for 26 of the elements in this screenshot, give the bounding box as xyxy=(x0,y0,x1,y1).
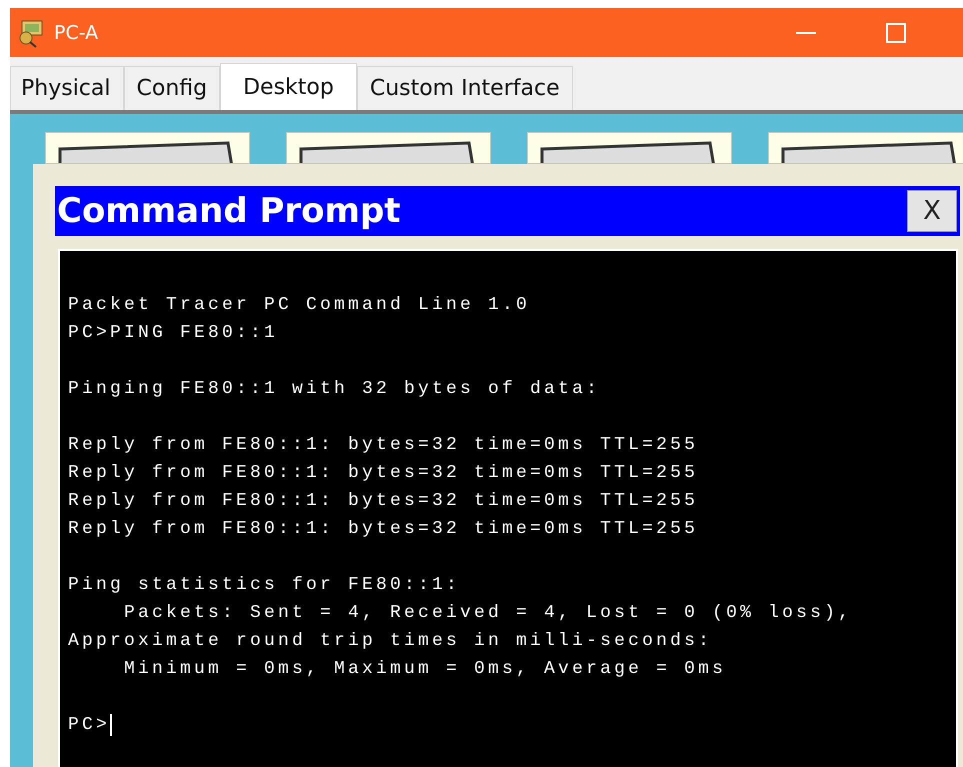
tab[interactable]: Custom Interface xyxy=(356,66,573,110)
terminal-line: Packet Tracer PC Command Line 1.0 xyxy=(68,294,530,317)
terminal-line: Minimum = 0ms, Maximum = 0ms, Average = 0ms xyxy=(123,658,726,681)
tab[interactable]: Physical xyxy=(10,66,124,110)
desktop-app-tile[interactable] xyxy=(527,132,732,164)
maximize-icon[interactable] xyxy=(884,20,908,44)
terminal-line: Ping statistics for FE80::1: xyxy=(68,574,460,597)
dialog-title: Command Prompt xyxy=(56,191,401,231)
desktop-app-tile[interactable] xyxy=(768,132,963,164)
desktop-app-tile[interactable] xyxy=(286,132,491,164)
text-cursor xyxy=(110,714,112,736)
tab[interactable]: Config xyxy=(124,66,220,110)
terminal-line: Packets: Sent = 4, Received = 4, Lost = 0 (0% loss), xyxy=(123,602,852,625)
terminal-prompt: PC> xyxy=(68,714,110,737)
terminal-line: Reply from FE80::1: bytes=32 time=0ms TTL=255 xyxy=(68,462,698,485)
terminal-line: Reply from FE80::1: bytes=32 time=0ms TTL=255 xyxy=(68,518,698,541)
terminal-line: PC>PING FE80::1 xyxy=(68,322,278,345)
terminal-line: Pinging FE80::1 with 32 bytes of data: xyxy=(68,378,600,401)
close-button[interactable]: X xyxy=(907,190,957,232)
terminal[interactable] xyxy=(58,249,958,767)
terminal-line: Reply from FE80::1: bytes=32 time=0ms TTL=255 xyxy=(68,490,698,513)
terminal-line: Reply from FE80::1: bytes=32 time=0ms TTL=255 xyxy=(68,434,698,457)
desktop-app-tile[interactable] xyxy=(45,132,250,164)
terminal-line: Approximate round trip times in milli-seconds: xyxy=(68,630,712,653)
tab[interactable]: Desktop xyxy=(220,63,357,110)
window-title: PC-A xyxy=(54,22,100,44)
